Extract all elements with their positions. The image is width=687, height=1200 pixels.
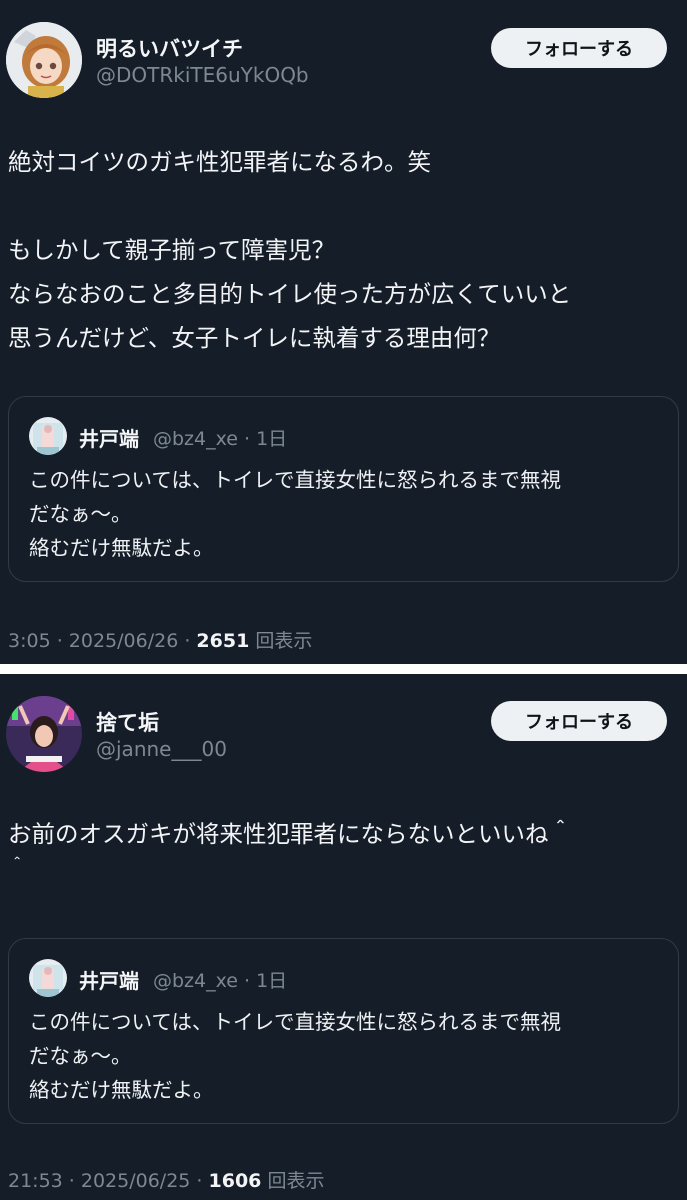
quoted-avatar [29, 959, 67, 997]
quoted-avatar [29, 417, 67, 455]
quoted-text-line: だなぁ〜。 [29, 1044, 132, 1068]
post-body-line: 思うんだけど、女子トイレに執着する理由何？ [8, 324, 501, 352]
quoted-text-line: この件については、トイレで直接女性に怒られるまで無視 [29, 1010, 561, 1034]
avatar[interactable] [6, 696, 82, 772]
quoted-post[interactable]: 井戸端 @bz4_xe · 1日 この件については、トイレで直接女性に怒られるま… [8, 396, 679, 582]
quoted-post[interactable]: 井戸端 @bz4_xe · 1日 この件については、トイレで直接女性に怒られるま… [8, 938, 679, 1124]
quoted-text-line: だなぁ〜。 [29, 502, 132, 526]
view-count: 1606 [208, 1170, 262, 1192]
avatar-illustration [6, 22, 82, 98]
quoted-text: この件については、トイレで直接女性に怒られるまで無視 だなぁ〜。 絡むだけ無駄だ… [29, 463, 664, 565]
post-body-spacer [8, 184, 669, 228]
follow-button[interactable]: フォローする [491, 28, 667, 68]
quoted-text-line: この件については、トイレで直接女性に怒られるまで無視 [29, 468, 561, 492]
user-handle[interactable]: @janne___00 [96, 737, 227, 761]
quoted-text: この件については、トイレで直接女性に怒られるまで無視 だなぁ〜。 絡むだけ無駄だ… [29, 1005, 664, 1107]
post-meta: 3:05 · 2025/06/26 · 2651 回表示 [8, 626, 312, 653]
post-body-line: ＾ [8, 858, 26, 879]
quoted-handle-time: @bz4_xe · 1日 [153, 970, 288, 992]
screenshot-page: 明るいバツイチ @DOTRkiTE6uYkOQb フォローする 絶対コイツのガキ… [0, 0, 687, 1200]
post-body: 絶対コイツのガキ性犯罪者になるわ。笑 もしかして親子揃って障害児？ ならなおのこ… [8, 140, 669, 360]
quoted-text-line: 絡むだけ無駄だよ。 [29, 1078, 214, 1102]
view-count: 2651 [196, 630, 250, 652]
avatar[interactable] [6, 22, 82, 98]
view-label: 回表示 [249, 630, 313, 652]
post-body-line: 絶対コイツのガキ性犯罪者になるわ。笑 [8, 148, 431, 176]
divider [0, 664, 687, 674]
view-label: 回表示 [261, 1170, 325, 1192]
follow-button[interactable]: フォローする [491, 701, 667, 741]
quoted-avatar-illustration [29, 959, 67, 997]
display-name[interactable]: 明るいバツイチ [96, 33, 243, 63]
display-name[interactable]: 捨て垢 [96, 707, 159, 737]
post-timestamp[interactable]: 21:53 · 2025/06/25 · [8, 1170, 209, 1192]
quoted-display-name: 井戸端 [79, 969, 139, 993]
post-body: お前のオスガキが将来性犯罪者にならないといいね＾ ＾ [8, 812, 669, 882]
quoted-text-line: 絡むだけ無駄だよ。 [29, 536, 214, 560]
quoted-avatar-illustration [29, 417, 67, 455]
avatar-photo [6, 696, 82, 772]
post-body-line: ならなおのこと多目的トイレ使った方が広くていいと [8, 280, 572, 308]
quoted-handle-time: @bz4_xe · 1日 [153, 428, 288, 450]
post-body-line: もしかして親子揃って障害児？ [8, 236, 336, 264]
post: 捨て垢 @janne___00 フォローする お前のオスガキが将来性犯罪者になら… [0, 674, 687, 1200]
post-timestamp[interactable]: 3:05 · 2025/06/26 · [8, 630, 196, 652]
post-meta: 21:53 · 2025/06/25 · 1606 回表示 [8, 1166, 324, 1193]
quoted-display-name: 井戸端 [79, 427, 139, 451]
post: 明るいバツイチ @DOTRkiTE6uYkOQb フォローする 絶対コイツのガキ… [0, 0, 687, 664]
user-handle[interactable]: @DOTRkiTE6uYkOQb [96, 63, 309, 87]
post-body-line: お前のオスガキが将来性犯罪者にならないといいね＾ [8, 820, 572, 848]
